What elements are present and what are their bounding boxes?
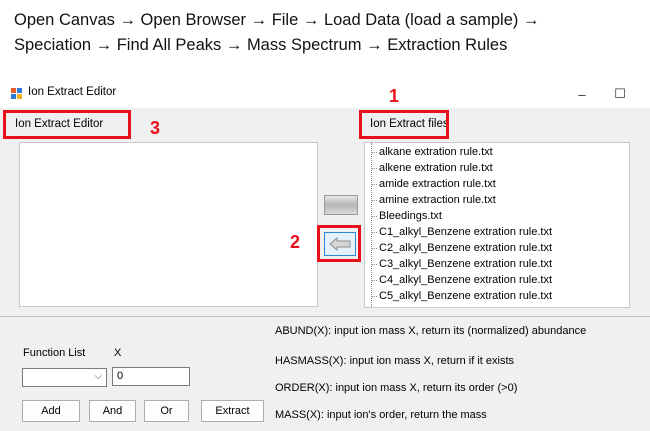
highlight-box-files-label — [359, 110, 449, 139]
x-value-input[interactable]: 0 — [112, 367, 190, 386]
function-description: HASMASS(X): input ion mass X, return if … — [275, 355, 515, 367]
annotation-number-2: 2 — [290, 232, 301, 252]
add-button[interactable]: Add — [22, 400, 80, 422]
minimize-button[interactable]: – — [564, 82, 600, 106]
rule-editor-textarea[interactable] — [19, 142, 318, 307]
annotation-number-1: 1 — [389, 86, 400, 106]
file-item[interactable]: amine extraction rule.txt — [371, 192, 496, 208]
function-description: MASS(X): input ion's order, return the m… — [275, 409, 487, 421]
file-item[interactable]: Bleedings.txt — [371, 208, 442, 224]
extract-button[interactable]: Extract — [201, 400, 264, 422]
maximize-icon: ☐ — [614, 86, 626, 101]
maximize-button[interactable]: ☐ — [602, 82, 638, 106]
extract-files-list[interactable]: alkane extration rule.txt alkene extrati… — [364, 142, 630, 308]
function-description: ORDER(X): input ion mass X, return its o… — [275, 382, 518, 394]
function-list-label: Function List — [23, 347, 86, 359]
file-item[interactable]: C5_alkyl_Benzene extration rule.txt — [371, 288, 552, 304]
instructions: Open Canvas → Open Browser → File → Load… — [14, 8, 644, 58]
annotation-number-3: 3 — [150, 118, 161, 138]
and-button[interactable]: And — [89, 400, 136, 422]
file-item[interactable]: C3_alkyl_Benzene extration rule.txt — [371, 256, 552, 272]
file-item[interactable]: amide extraction rule.txt — [371, 176, 496, 192]
highlight-box-arrow-button — [317, 225, 361, 262]
panel-separator — [0, 316, 650, 317]
ion-extract-editor-window: Ion Extract Editor – ☐ Ion Extract Edito… — [0, 80, 650, 431]
file-item[interactable]: C1_alkyl_Benzene extration rule.txt — [371, 224, 552, 240]
chevron-down-icon: ⌵ — [94, 371, 102, 382]
or-button[interactable]: Or — [144, 400, 189, 422]
function-description: ABUND(X): input ion mass X, return its (… — [275, 325, 587, 337]
instructions-line-2: Speciation → Find All Peaks → Mass Spect… — [14, 36, 508, 54]
file-item[interactable]: alkene extration rule.txt — [371, 160, 493, 176]
app-icon — [11, 88, 23, 100]
save-to-files-button[interactable] — [324, 195, 358, 215]
minimize-icon: – — [578, 86, 586, 102]
x-label: X — [114, 347, 122, 359]
file-item[interactable]: alkane extration rule.txt — [371, 144, 493, 160]
instructions-line-1: Open Canvas → Open Browser → File → Load… — [14, 11, 540, 29]
title-bar: Ion Extract Editor – ☐ — [0, 80, 650, 108]
highlight-box-editor-label — [3, 110, 131, 139]
window-title: Ion Extract Editor — [28, 86, 117, 98]
file-item[interactable]: C2_alkyl_Benzene extration rule.txt — [371, 240, 552, 256]
file-item[interactable]: C4_alkyl_Benzene extration rule.txt — [371, 272, 552, 288]
function-list-dropdown[interactable]: ⌵ — [22, 368, 107, 387]
